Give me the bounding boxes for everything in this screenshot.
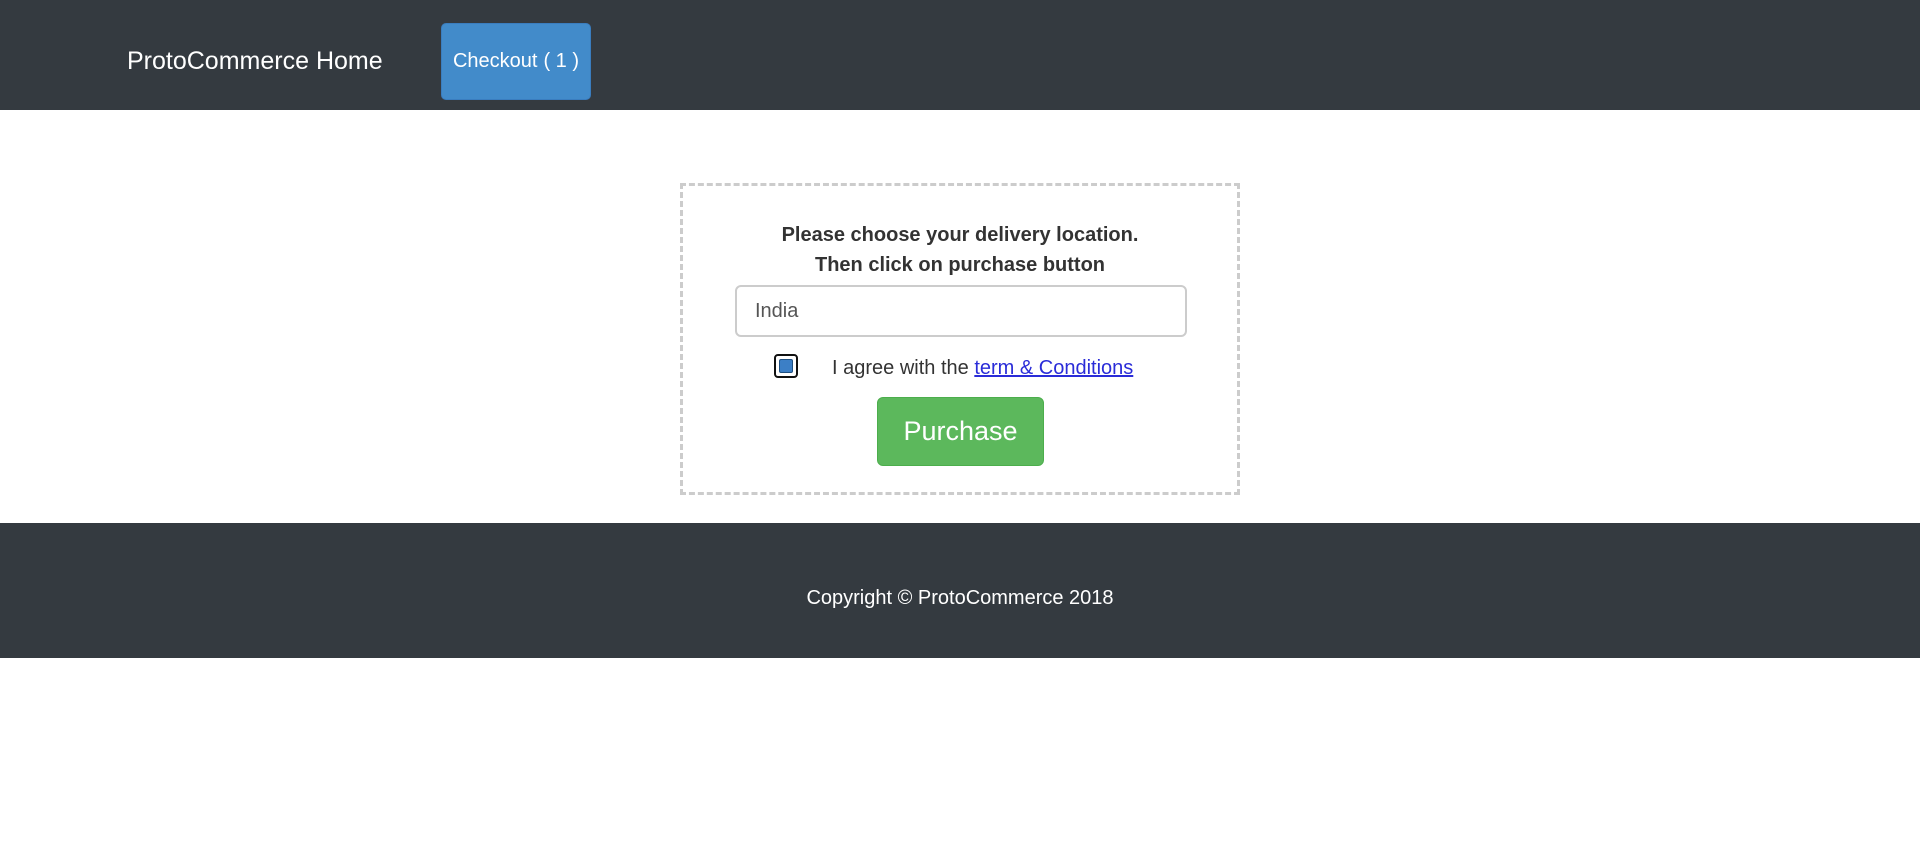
- checkout-button[interactable]: Checkout ( 1 ): [441, 23, 591, 100]
- instruction-line-2: Then click on purchase button: [814, 254, 1106, 276]
- checkbox-checked-indicator: [779, 359, 793, 373]
- country-input[interactable]: [735, 285, 1187, 337]
- brand-home-link[interactable]: ProtoCommerce Home: [127, 45, 383, 77]
- delivery-location-panel: Please choose your delivery location. Th…: [680, 183, 1240, 495]
- agree-terms-checkbox[interactable]: [774, 354, 798, 378]
- agree-terms-label: I agree with the term & Conditions: [832, 355, 1133, 381]
- instructions-text: Please choose your delivery location. Th…: [683, 220, 1237, 280]
- purchase-button[interactable]: Purchase: [877, 397, 1044, 466]
- instruction-line-1: Please choose your delivery location.: [781, 224, 1139, 246]
- page-footer: Copyright © ProtoCommerce 2018: [0, 523, 1920, 658]
- agree-text: I agree with the: [832, 357, 975, 379]
- terms-conditions-link[interactable]: term & Conditions: [974, 357, 1133, 379]
- top-navbar: ProtoCommerce Home Checkout ( 1 ): [0, 0, 1920, 110]
- checkout-count: ( 1 ): [543, 50, 580, 72]
- checkout-label: Checkout: [452, 50, 538, 72]
- copyright-text: Copyright © ProtoCommerce 2018: [806, 587, 1114, 609]
